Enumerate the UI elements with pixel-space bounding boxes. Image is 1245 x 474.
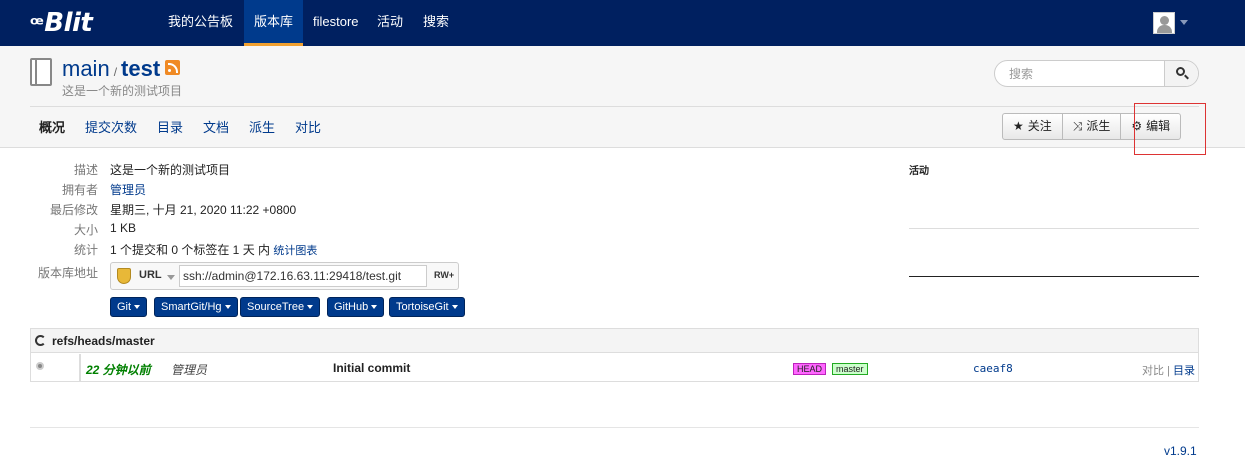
search-input[interactable] [995,61,1165,86]
nav-item-dashboard[interactable]: 我的公告板 [158,0,243,46]
commit-icon [36,362,44,370]
repository-url-field[interactable]: ssh://admin@172.16.63.11:29418/test.git [179,265,427,287]
branch-ref-link[interactable]: refs/heads/master [52,334,155,348]
commit-graph-bar [79,354,81,382]
rss-icon[interactable] [165,60,180,75]
nav-item-repositories[interactable]: 版本库 [244,0,304,46]
chevron-down-icon[interactable] [1180,20,1188,25]
star-icon: ★ [1013,119,1024,133]
stats-chart-link[interactable]: 统计图表 [273,245,317,257]
version-link[interactable]: v1.9.1 [1164,444,1197,458]
search-button[interactable] [1164,61,1198,86]
shield-icon [117,268,131,284]
search-box [994,60,1199,87]
chevron-down-icon[interactable] [167,275,175,280]
commit-hash-link[interactable]: caeaf8 [973,362,1013,375]
sourcetree-client-button[interactable]: SourceTree [240,297,321,317]
activity-chart-line [909,228,1199,229]
top-navbar: ꟹBlit 我的公告板 版本库 filestore 活动 搜索 [0,0,1245,46]
table-row: 22 分钟以前 管理员 Initial commit HEAD master c… [31,354,1198,382]
tab-tree[interactable]: 目录 [157,106,183,148]
activity-chart-axis [909,276,1199,277]
branch-header: refs/heads/master [31,329,1198,353]
repository-url-label: 版本库地址 [37,266,98,280]
description-label: 描述 [73,163,98,177]
branch-commits-table: refs/heads/master 22 分钟以前 管理员 Initial co… [30,328,1199,382]
description-value: 这是一个新的测试项目 [110,163,231,177]
repository-url-box: URL ssh://admin@172.16.63.11:29418/test.… [110,262,459,290]
repository-description: 这是一个新的测试项目 [62,84,183,98]
smartgit-client-button[interactable]: SmartGit/Hg [154,297,238,317]
tab-compare[interactable]: 对比 [295,106,321,148]
commit-tree-link[interactable]: 目录 [1173,365,1195,377]
tab-summary[interactable]: 概况 [39,106,65,148]
refresh-icon [35,335,46,346]
project-link[interactable]: main [62,56,110,81]
tab-forks[interactable]: 派生 [249,106,275,148]
tortoisegit-client-button[interactable]: TortoiseGit [389,297,465,317]
stats-label: 统计 [73,243,98,257]
edit-button-highlight [1134,103,1206,155]
watch-button[interactable]: ★ 关注 [1003,114,1063,139]
fork-icon: ⤨ [1072,119,1083,133]
repository-icon [30,58,52,86]
footer-divider [30,427,1199,428]
gitblit-logo[interactable]: ꟹBlit [30,8,93,38]
commit-compare-link[interactable]: 对比 [1142,365,1164,377]
last-modified-value: 星期三, 十月 21, 2020 11:22 +0800 [110,203,297,217]
last-modified-label: 最后修改 [49,203,98,217]
access-permission-badge: RW+ [434,270,455,280]
stats-value: 1 个提交和 0 个标签在 1 天 内 统计图表 [110,243,318,257]
title-separator: / [113,65,118,79]
nav-item-activity[interactable]: 活动 [367,0,413,46]
activity-title: 活动 [909,166,929,177]
url-protocol-select[interactable]: URL [139,269,162,281]
github-client-button[interactable]: GitHub [327,297,385,317]
nav-item-filestore[interactable]: filestore [303,0,369,46]
nav-item-search[interactable]: 搜索 [413,0,459,46]
owner-label: 拥有者 [61,183,98,197]
commit-links: 对比 | 目录 [1142,365,1195,377]
commit-age: 22 分钟以前 [86,363,151,377]
owner-link[interactable]: 管理员 [110,181,146,198]
tab-commits[interactable]: 提交次数 [85,106,137,148]
tab-docs[interactable]: 文档 [203,106,229,148]
commit-author[interactable]: 管理员 [171,361,207,378]
commit-message-link[interactable]: Initial commit [333,361,410,375]
master-ref-badge[interactable]: master [832,363,868,375]
git-client-button[interactable]: Git [110,297,148,317]
fork-button[interactable]: ⤨ 派生 [1063,114,1122,139]
user-avatar[interactable] [1153,12,1175,34]
size-value: 1 KB [110,221,137,235]
repository-name-link[interactable]: test [121,56,160,81]
repository-title: main / test [62,56,160,82]
head-ref-badge[interactable]: HEAD [793,363,827,375]
repository-header: main/test 这是一个新的测试项目 概况 提交次数 目录 文档 派生 对比… [0,46,1245,155]
size-label: 大小 [73,223,98,237]
